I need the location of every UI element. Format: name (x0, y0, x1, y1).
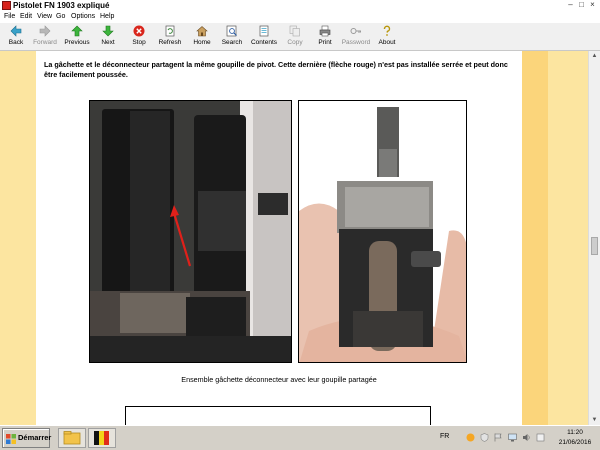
forward-arrow-icon (39, 25, 51, 37)
content-viewport: La gâchette et le déconnecteur partagent… (0, 51, 588, 425)
about-label: About (378, 39, 396, 46)
trigger-disconnector-photo (89, 100, 292, 363)
copy-label: Copy (287, 39, 303, 46)
page-body: La gâchette et le déconnecteur partagent… (36, 51, 522, 425)
key-icon (350, 28, 361, 34)
next-label: Next (101, 39, 115, 46)
menu-bar: File Edit View Go Options Help (0, 11, 600, 23)
vertical-scrollbar[interactable]: ▲ ▼ (588, 51, 600, 425)
taskbar-clock[interactable]: 11:20 21/06/2016 (553, 428, 597, 448)
figure-caption: Ensemble gâchette déconnecteur avec leur… (181, 375, 377, 384)
update-icon[interactable] (466, 433, 475, 442)
start-button[interactable]: Démarrer (2, 428, 52, 448)
copy-button[interactable]: Copy (284, 24, 306, 50)
previous-button[interactable]: Previous (63, 24, 91, 50)
up-arrow-icon (71, 25, 83, 37)
title-bar: Pistolet FN 1903 expliqué – □ × (0, 0, 600, 11)
assembly-photo-drawing (299, 101, 466, 362)
taskbar: Démarrer FR 11:20 21/06/2016 (0, 425, 600, 450)
back-button[interactable]: Back (4, 24, 28, 50)
forward-label: Forward (33, 39, 57, 46)
start-label: Démarrer (18, 433, 52, 442)
menu-go[interactable]: Go (56, 12, 65, 22)
contents-label: Contents (250, 39, 278, 46)
intro-paragraph: La gâchette et le déconnecteur partagent… (44, 60, 508, 79)
menu-view[interactable]: View (37, 12, 52, 22)
page-band (522, 51, 548, 425)
printer-icon (319, 25, 331, 37)
trigger-photo-drawing (90, 101, 291, 362)
password-label: Password (341, 39, 371, 46)
clock-time: 11:20 (567, 429, 583, 436)
stop-icon (133, 25, 145, 37)
question-icon (383, 25, 391, 36)
assembly-photo (298, 100, 467, 363)
taskbar-explorer-button[interactable] (58, 428, 86, 448)
volume-icon[interactable] (522, 433, 531, 442)
search-button[interactable]: Search (219, 24, 245, 50)
previous-label: Previous (64, 39, 90, 46)
search-label: Search (221, 39, 243, 46)
taskbar-app-button[interactable] (88, 428, 116, 448)
app-icon (94, 431, 109, 445)
flag-icon[interactable] (494, 433, 503, 442)
close-icon[interactable]: × (588, 1, 597, 10)
refresh-label: Refresh (158, 39, 182, 46)
maximize-icon[interactable]: □ (577, 1, 586, 10)
app-icon (2, 1, 11, 10)
home-icon (196, 26, 208, 37)
refresh-icon (165, 25, 175, 37)
menu-file[interactable]: File (4, 12, 15, 22)
next-figure-frame (125, 406, 431, 425)
shield-icon[interactable] (480, 433, 489, 442)
menu-edit[interactable]: Edit (20, 12, 32, 22)
menu-options[interactable]: Options (71, 12, 95, 22)
home-label: Home (193, 39, 211, 46)
search-icon (226, 25, 237, 37)
scroll-thumb[interactable] (591, 237, 598, 255)
stop-label: Stop (132, 39, 146, 46)
minimize-icon[interactable]: – (566, 1, 575, 10)
back-label: Back (8, 39, 24, 46)
window-title: Pistolet FN 1903 expliqué (13, 1, 110, 10)
home-button[interactable]: Home (190, 24, 214, 50)
folder-icon (63, 431, 81, 445)
copy-icon (289, 25, 300, 37)
menu-help[interactable]: Help (100, 12, 114, 22)
contents-icon (259, 25, 269, 37)
down-arrow-icon (102, 25, 114, 37)
language-indicator[interactable]: FR (440, 433, 449, 440)
scroll-down-icon[interactable]: ▼ (589, 415, 600, 425)
print-button[interactable]: Print (314, 24, 336, 50)
refresh-button[interactable]: Refresh (156, 24, 184, 50)
contents-button[interactable]: Contents (249, 24, 279, 50)
forward-button[interactable]: Forward (30, 24, 60, 50)
action-center-icon[interactable] (536, 433, 545, 442)
network-icon[interactable] (508, 433, 517, 442)
password-button[interactable]: Password (340, 24, 372, 50)
windows-logo-icon (6, 434, 16, 444)
toolbar: Back Forward Previous Next Stop Refresh … (0, 23, 600, 51)
stop-button[interactable]: Stop (128, 24, 150, 50)
print-label: Print (318, 39, 332, 46)
clock-date: 21/06/2016 (558, 439, 592, 446)
scroll-up-icon[interactable]: ▲ (589, 51, 600, 61)
about-button[interactable]: About (376, 24, 398, 50)
back-arrow-icon (10, 25, 22, 37)
next-button[interactable]: Next (97, 24, 119, 50)
